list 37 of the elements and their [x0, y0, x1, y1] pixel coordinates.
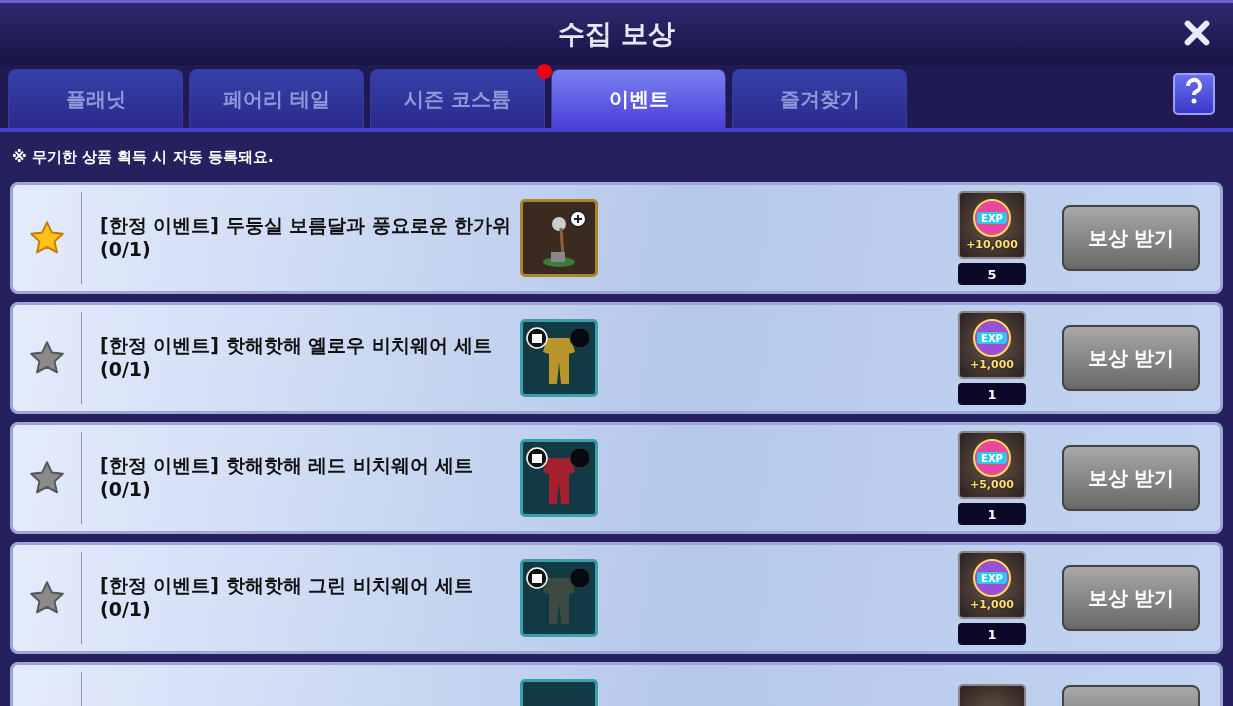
question-mark-icon [1184, 77, 1204, 105]
tab[interactable]: 페어리 테일 [189, 69, 364, 128]
help-button[interactable] [1173, 73, 1215, 115]
progress-text: (0/1) [100, 238, 152, 262]
claim-reward-button[interactable]: 보상 받기 [1062, 565, 1200, 631]
exp-amount: +10,000 [966, 238, 1018, 251]
collection-title: [한정 이벤트] 핫해핫해 레드 비치웨어 세트 [100, 454, 475, 478]
reward-count: 1 [958, 383, 1026, 405]
exp-label: EXP [981, 333, 1003, 344]
lamp-item-thumbnail[interactable] [520, 199, 598, 277]
exp-amount: +1,000 [970, 598, 1014, 611]
tab[interactable]: 시즌 코스튬 [370, 69, 545, 128]
claim-reward-button[interactable]: 보상 받기 [1062, 325, 1200, 391]
claim-reward-button[interactable]: 보상 받기 [1062, 205, 1200, 271]
exp-label: EXP [981, 573, 1003, 584]
progress-text: (0/1) [100, 598, 152, 622]
reward-count: 5 [958, 263, 1026, 285]
exp-label: EXP [981, 453, 1003, 464]
progress-text: (0/1) [100, 358, 152, 382]
tab[interactable]: 플래닛 [8, 69, 183, 128]
tab[interactable]: 즐겨찾기 [732, 69, 907, 128]
collection-title: [한정 이벤트] 핫해핫해 옐로우 비치웨어 세트 [100, 334, 494, 358]
claim-reward-button[interactable]: 보상 받기 [1062, 445, 1200, 511]
collection-title: [한정 이벤트] 핫해핫해 그린 비치웨어 세트 [100, 574, 475, 598]
outfit-item-thumbnail[interactable] [520, 439, 598, 517]
notice-text: ※ 무기한 상품 획득 시 자동 등록돼요. [11, 146, 275, 168]
outfit-item-thumbnail[interactable] [520, 319, 598, 397]
exp-amount: +1,000 [970, 358, 1014, 371]
progress-text: (0/1) [100, 478, 152, 502]
tab[interactable]: 이벤트 [551, 69, 726, 128]
exp-amount: +5,000 [970, 478, 1014, 491]
exp-label: EXP [981, 213, 1003, 224]
collection-title: [한정 이벤트] 두둥실 보름달과 풍요로운 한가위 [100, 214, 513, 238]
outfit-item-thumbnail[interactable] [520, 559, 598, 637]
reward-count: 1 [958, 623, 1026, 645]
reward-count: 1 [958, 503, 1026, 525]
window-title: 수집 보상 [557, 17, 676, 51]
